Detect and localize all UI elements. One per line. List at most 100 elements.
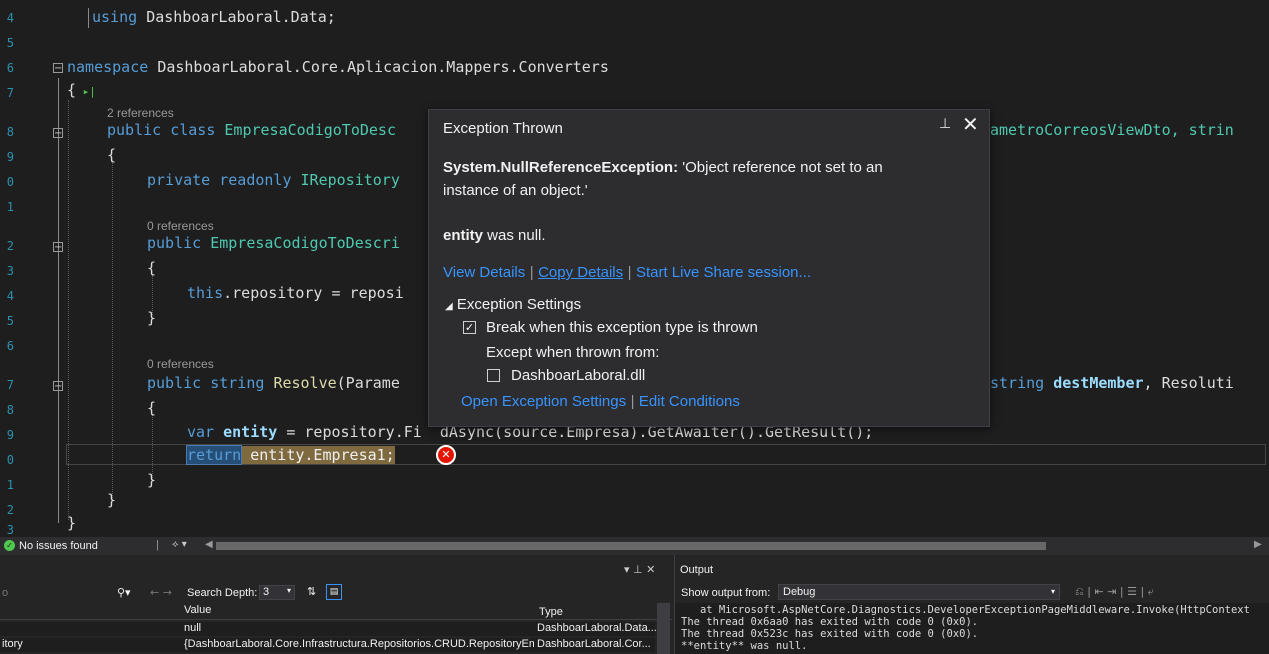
break-label: Break when this exception type is thrown	[486, 319, 758, 336]
code-line: }	[67, 514, 77, 532]
current-statement[interactable]: return entity.Empresa1;	[185, 445, 395, 465]
edit-conditions-link[interactable]: Edit Conditions	[639, 393, 740, 410]
method-name: Resolve	[273, 374, 337, 392]
filter-icon[interactable]: ⇅	[307, 585, 316, 598]
output-line: **entity** was null.	[681, 640, 808, 652]
row-type: DashboarLaboral.Cor...	[537, 638, 651, 650]
keyword: this	[187, 284, 224, 302]
code-line: using DashboarLaboral.Data;	[92, 8, 336, 26]
live-share-link[interactable]: Start Live Share session...	[636, 264, 811, 281]
locals-header-row: Value Type	[0, 603, 672, 620]
search-depth-select[interactable]: 3 ▾	[259, 585, 295, 600]
line-number: 2	[6, 503, 14, 517]
output-panel: Output Show output from: Debug ▾ ⎌ | ⇤ ⇥ …	[674, 555, 1269, 654]
code-editor[interactable]: 4 5 6 7 8 9 0 1 2 3 4 5 6 7 8 9 0 1 2 3 …	[0, 0, 1269, 537]
table-row[interactable]: itory {DashboarLaboral.Core.Infrastructu…	[0, 638, 655, 652]
code-line: }	[107, 491, 117, 509]
collapse-toggle-icon[interactable]: −	[53, 128, 63, 139]
output-line: at Microsoft.AspNetCore.Diagnostics.Deve…	[681, 604, 1250, 616]
code-line-tail: ametroCorreosViewDto, strin	[990, 121, 1234, 139]
variable-name: entity	[443, 227, 484, 244]
row-value: null	[184, 622, 202, 634]
locals-panel: ▾ ⊥ ✕ o ⚲▾ ← → Search Depth: 3 ▾ ⇅ ▤ Valu…	[0, 555, 672, 654]
pin-icon[interactable]: ⊥	[939, 116, 951, 132]
chevron-down-icon: ▾	[286, 586, 291, 595]
copy-details-link[interactable]: Copy Details	[538, 264, 623, 281]
open-exception-settings-link[interactable]: Open Exception Settings	[461, 393, 626, 410]
line-number: 8	[6, 125, 14, 139]
settings-header-label: Exception Settings	[456, 296, 582, 313]
view-toggle-icon[interactable]: ▤	[326, 584, 342, 600]
line-number: 0	[6, 453, 14, 467]
line-number: 9	[6, 150, 14, 164]
error-circle-icon[interactable]: ✕	[436, 445, 456, 465]
break-checkbox[interactable]: ✓	[463, 321, 476, 334]
line-number: 5	[6, 314, 14, 328]
popup-links: View Details | Copy Details | Start Live…	[443, 264, 811, 282]
keyword: string	[990, 374, 1045, 392]
close-icon[interactable]: ✕	[962, 112, 979, 136]
line-number: 1	[6, 478, 14, 492]
search-icon[interactable]: ⚲▾	[117, 586, 131, 599]
keyword: public	[147, 374, 202, 392]
line-number: 1	[6, 200, 14, 214]
except-label: Except when thrown from:	[486, 344, 660, 361]
line-number: 3	[6, 264, 14, 278]
settings-links: Open Exception Settings | Edit Condition…	[461, 393, 740, 411]
column-header-value[interactable]: Value	[184, 604, 211, 616]
code-line: private readonly IRepository	[147, 171, 400, 189]
editor-status-bar: ✓ No issues found | ⟡ ▾ ◀ ▶	[0, 537, 1269, 555]
vertical-scrollbar[interactable]	[657, 603, 670, 654]
horizontal-scrollbar-thumb[interactable]	[216, 542, 1046, 550]
search-depth-label: Search Depth:	[187, 587, 258, 599]
output-source-select[interactable]: Debug ▾	[778, 584, 1060, 600]
type-ref: ametroCorreosViewDto, strin	[990, 121, 1234, 139]
expression: .repository = reposi	[223, 284, 404, 302]
row-type: DashboarLaboral.Data...	[537, 622, 657, 634]
scroll-right-icon[interactable]: ▶	[1254, 539, 1262, 550]
line-number: 5	[6, 36, 14, 50]
column-header-type[interactable]: Type	[539, 606, 563, 618]
table-row[interactable]: null DashboarLaboral.Data...	[0, 622, 657, 636]
link-separator: |	[529, 264, 534, 281]
keyword: var	[187, 423, 215, 441]
run-arrow-icon[interactable]: ▸|	[76, 85, 96, 98]
scroll-left-icon[interactable]: ◀	[205, 539, 213, 550]
line-number: 0	[6, 175, 14, 189]
popup-title: Exception Thrown	[443, 120, 563, 137]
references-codelens[interactable]: 0 references	[147, 219, 214, 233]
scope-guide	[88, 8, 89, 28]
keyword: public	[107, 121, 162, 139]
view-details-link[interactable]: View Details	[443, 264, 525, 281]
issues-status[interactable]: No issues found	[19, 540, 98, 552]
output-text-area[interactable]: at Microsoft.AspNetCore.Diagnostics.Deve…	[675, 603, 1269, 654]
check-circle-icon: ✓	[4, 540, 15, 551]
exception-settings-header[interactable]: ◢ Exception Settings	[445, 296, 581, 313]
panel-options-icon[interactable]: ▾ ⊥ ✕	[624, 563, 655, 576]
brush-dropdown-icon[interactable]: ⟡ ▾	[172, 539, 187, 550]
search-depth-value: 3	[263, 586, 270, 598]
references-codelens[interactable]: 0 references	[147, 357, 214, 371]
namespace-ref: DashboarLaboral.Data;	[146, 8, 336, 26]
dll-checkbox[interactable]	[487, 369, 500, 382]
collapse-toggle-icon[interactable]: −	[53, 242, 63, 253]
references-codelens[interactable]: 2 references	[107, 106, 174, 120]
code-line: this.repository = reposi	[187, 284, 404, 302]
search-stub: o	[2, 587, 9, 599]
code-line: namespace DashboarLaboral.Core.Aplicacio…	[67, 58, 609, 76]
collapse-toggle-icon[interactable]: −	[53, 381, 63, 392]
collapse-toggle-icon[interactable]: −	[53, 63, 63, 74]
line-number: 2	[6, 239, 14, 253]
constructor-name: EmpresaCodigoToDescri	[210, 234, 400, 252]
link-separator: |	[627, 264, 632, 281]
code-line: public EmpresaCodigoToDescri	[147, 234, 400, 252]
output-toolbar-icons[interactable]: ⎌ | ⇤ ⇥ | ☰ | ⤶	[1075, 585, 1154, 599]
exception-popup[interactable]: Exception Thrown ⊥ ✕ System.NullReferenc…	[428, 109, 990, 427]
null-text: was null.	[483, 227, 546, 244]
code-line: public class EmpresaCodigoToDesc	[107, 121, 396, 139]
brace: {	[67, 81, 77, 99]
separator: |	[156, 539, 159, 551]
nav-arrows-icon[interactable]: ← →	[150, 586, 172, 599]
type-ref: IRepository	[300, 171, 400, 189]
line-number: 3	[6, 523, 14, 537]
